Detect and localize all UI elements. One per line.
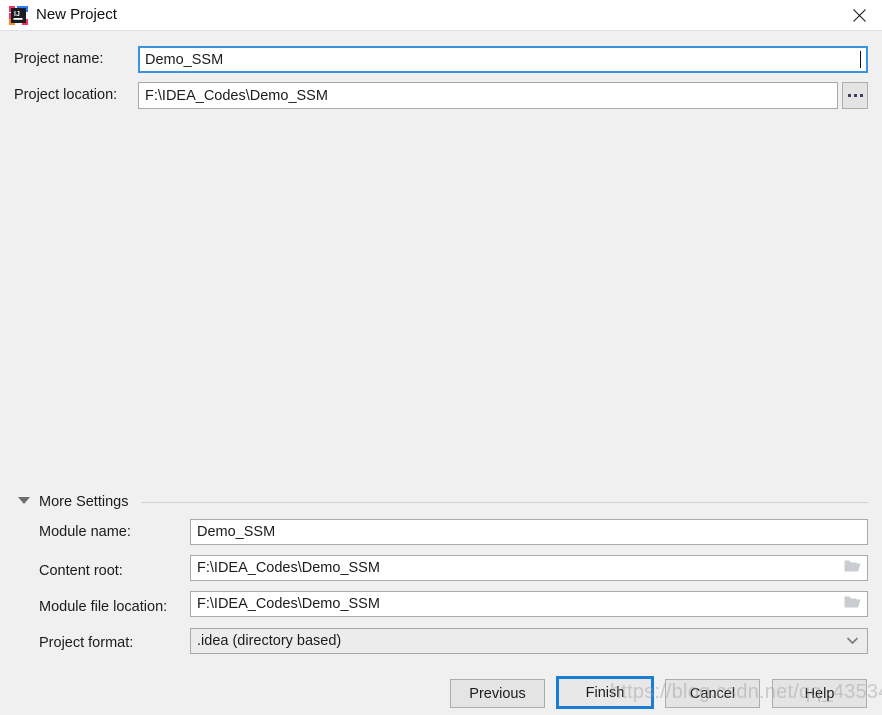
project-location-input[interactable]: F:\IDEA_Codes\Demo_SSM	[138, 82, 838, 109]
content-root-label: Content root:	[39, 563, 123, 579]
window-title: New Project	[36, 6, 117, 23]
more-settings-separator	[141, 502, 868, 503]
project-location-label: Project location:	[14, 87, 118, 103]
module-file-location-input[interactable]: F:\IDEA_Codes\Demo_SSM	[190, 591, 868, 617]
project-location-value: F:\IDEA_Codes\Demo_SSM	[145, 87, 328, 104]
intellij-idea-logo-icon: IJ	[9, 6, 28, 25]
project-format-value: .idea (directory based)	[197, 633, 342, 649]
more-settings-label[interactable]: More Settings	[39, 494, 128, 510]
module-file-location-folder-icon[interactable]	[844, 595, 861, 613]
project-name-input[interactable]: Demo_SSM	[138, 46, 868, 73]
close-icon[interactable]	[836, 0, 882, 31]
project-name-label: Project name:	[14, 51, 104, 67]
module-name-label: Module name:	[39, 524, 131, 540]
finish-button[interactable]: Finish	[556, 676, 654, 709]
svg-text:IJ: IJ	[14, 11, 20, 18]
project-format-select[interactable]: .idea (directory based)	[190, 628, 868, 654]
project-name-value: Demo_SSM	[145, 51, 224, 68]
project-location-browse-button[interactable]	[842, 82, 868, 109]
module-file-location-label: Module file location:	[39, 599, 168, 615]
module-file-location-value: F:\IDEA_Codes\Demo_SSM	[197, 596, 380, 612]
module-name-input[interactable]: Demo_SSM	[190, 519, 868, 545]
previous-button[interactable]: Previous	[450, 679, 545, 708]
text-caret	[860, 51, 861, 68]
content-root-value: F:\IDEA_Codes\Demo_SSM	[197, 560, 380, 576]
title-bar: IJ New Project	[0, 0, 882, 31]
more-settings-triangle-down-icon[interactable]	[18, 497, 30, 504]
module-name-value: Demo_SSM	[197, 524, 276, 540]
ellipsis-icon-dot	[859, 94, 863, 97]
content-root-folder-icon[interactable]	[844, 559, 861, 577]
project-format-label: Project format:	[39, 635, 134, 651]
content-root-input[interactable]: F:\IDEA_Codes\Demo_SSM	[190, 555, 868, 581]
cancel-button[interactable]: Cancel	[665, 679, 760, 708]
help-button[interactable]: Help	[772, 679, 867, 708]
ellipsis-icon-dot	[847, 94, 851, 97]
ellipsis-icon-dot	[853, 94, 857, 97]
chevron-down-icon[interactable]	[846, 633, 859, 649]
